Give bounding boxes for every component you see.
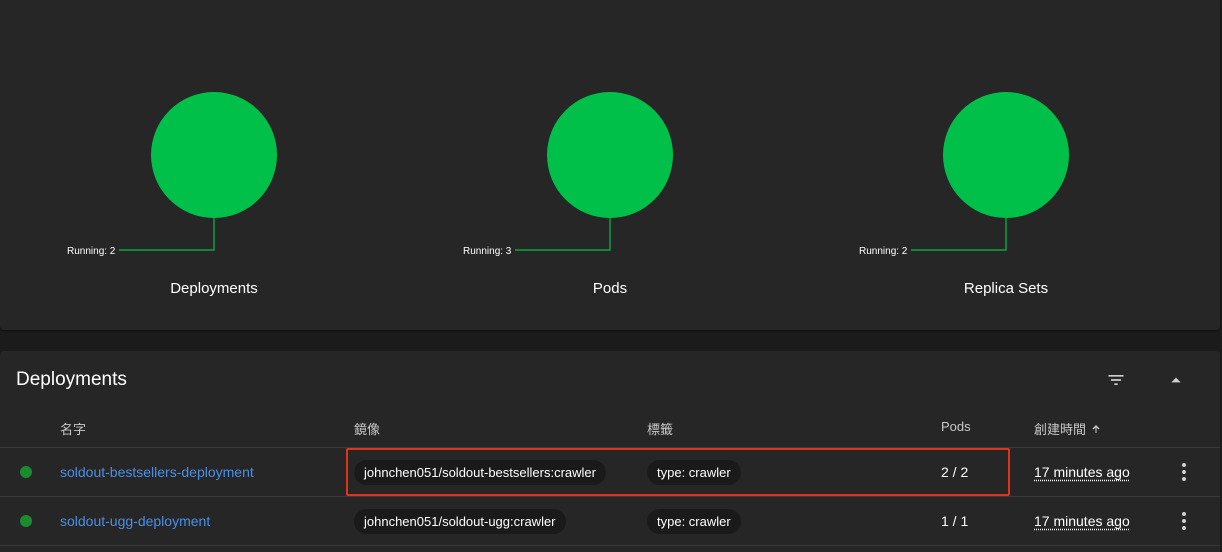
row-menu-button[interactable] xyxy=(1172,448,1196,496)
running-status-icon xyxy=(20,466,32,478)
created-cell: 17 minutes ago xyxy=(1034,497,1130,545)
running-status-icon xyxy=(20,515,32,527)
deployments-running-legend: Running: 2 xyxy=(67,246,116,257)
pods-legend-line xyxy=(515,218,611,251)
deployments-card-header: Deployments xyxy=(0,351,1220,407)
pods-cell: 1 / 1 xyxy=(941,497,968,545)
pods-running-slice[interactable] xyxy=(547,92,673,218)
column-header-labels: 標籤 xyxy=(647,422,674,437)
deployments-chart-title: Deployments xyxy=(170,280,258,297)
label-cell: type: crawler xyxy=(647,448,741,496)
image-chip: johnchen051/soldout-bestsellers:crawler xyxy=(354,459,606,485)
image-cell: johnchen051/soldout-ugg:crawler xyxy=(354,497,566,545)
pods-cell: 2 / 2 xyxy=(941,448,968,496)
column-header-created-label: 創建時間 xyxy=(1034,422,1087,437)
status-cell xyxy=(20,448,32,496)
name-cell: soldout-ugg-deployment xyxy=(60,497,210,545)
label-cell: type: crawler xyxy=(647,497,741,545)
filter-button[interactable] xyxy=(1100,364,1132,396)
deployments-running-slice[interactable] xyxy=(151,92,277,218)
deployments-pie-svg: Running: 2 xyxy=(67,92,277,257)
replica-sets-legend-line xyxy=(911,218,1007,251)
expand-less-icon xyxy=(1171,377,1181,383)
pods-count: 1 / 1 xyxy=(941,513,969,529)
image-chip: johnchen051/soldout-ugg:crawler xyxy=(354,508,566,534)
column-header-images: 鏡像 xyxy=(354,422,381,437)
created-cell: 17 minutes ago xyxy=(1034,448,1130,496)
replica-sets-running-slice[interactable] xyxy=(943,92,1069,218)
collapse-button[interactable] xyxy=(1160,364,1192,396)
more-vert-icon xyxy=(1182,512,1186,530)
table-row: soldout-bestsellers-deployment johnchen0… xyxy=(0,448,1220,497)
image-cell: johnchen051/soldout-bestsellers:crawler xyxy=(354,448,606,496)
label-chip: type: crawler xyxy=(647,459,741,485)
row-menu-button[interactable] xyxy=(1172,497,1196,545)
deployment-name-link[interactable]: soldout-ugg-deployment xyxy=(60,513,210,529)
deployment-name-link[interactable]: soldout-bestsellers-deployment xyxy=(60,464,254,480)
deployments-table: 名字 鏡像 標籤 Pods 創建時間 soldout-bestsellers-d… xyxy=(0,407,1220,546)
status-cell xyxy=(20,497,32,545)
table-row: soldout-ugg-deployment johnchen051/soldo… xyxy=(0,497,1220,546)
replica-sets-pie-svg: Running: 2 xyxy=(859,92,1069,257)
pods-count: 2 / 2 xyxy=(941,464,969,480)
deployments-card-title: Deployments xyxy=(16,369,127,390)
deployments-status-chart: Running: 2 Deployments xyxy=(16,0,412,330)
arrow-up-icon xyxy=(1092,424,1100,433)
deployments-card: Deployments 名字 鏡像 標籤 Pods 創建時間 soldout-b… xyxy=(0,351,1220,552)
column-header-name[interactable]: 名字 xyxy=(60,419,86,438)
column-header-pods: Pods xyxy=(941,419,971,434)
created-time: 17 minutes ago xyxy=(1034,513,1130,529)
pods-chart-title: Pods xyxy=(592,280,628,297)
pods-status-chart: Running: 3 Pods xyxy=(412,0,808,330)
pods-running-legend: Running: 3 xyxy=(463,246,512,257)
table-header-row: 名字 鏡像 標籤 Pods 創建時間 xyxy=(0,407,1220,448)
more-vert-icon xyxy=(1182,463,1186,481)
created-time: 17 minutes ago xyxy=(1034,464,1130,480)
replica-sets-status-chart: Running: 2 Replica Sets xyxy=(808,0,1204,330)
deployments-legend-line xyxy=(119,218,215,251)
workload-status-card: Running: 2 Deployments Running: 3 Pods R… xyxy=(0,0,1220,330)
replica-sets-chart-title: Replica Sets xyxy=(963,280,1049,297)
name-cell: soldout-bestsellers-deployment xyxy=(60,448,254,496)
pods-pie-svg: Running: 3 xyxy=(463,92,673,257)
label-chip: type: crawler xyxy=(647,508,741,534)
column-header-created[interactable]: 創建時間 xyxy=(1034,419,1102,438)
replica-sets-running-legend: Running: 2 xyxy=(859,246,908,257)
filter-list-icon xyxy=(1108,375,1124,385)
